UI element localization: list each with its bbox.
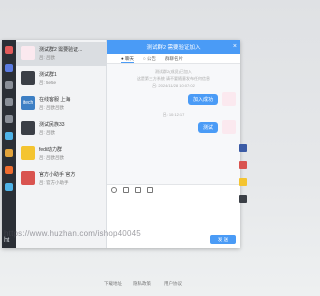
thumbnail[interactable] [239, 161, 247, 169]
user-icon[interactable] [5, 132, 13, 140]
contact-item[interactable]: 测试群2 需要验证... 吕: 吕欧 [16, 42, 107, 66]
file-icon[interactable] [135, 187, 141, 193]
system-message: 这是第三方系统 请不要随意发布任何信息 [136, 76, 211, 81]
contact-item[interactable]: fedi动力群 吕: 吕欧吕欧 [16, 142, 107, 166]
contact-list: 测试群2 需要验证... 吕: 吕欧 测试群1 吕: 5e5e itech 在线… [16, 40, 107, 248]
contact-name: 测试群2 需要验证... [39, 47, 83, 53]
tab-group-card[interactable]: 群聊名片 [165, 56, 183, 62]
footer-link-download[interactable]: 下载地址 [104, 281, 122, 287]
contact-name: 官方小助手 官方 [39, 172, 76, 178]
side-thumbnails [238, 40, 247, 248]
send-button[interactable]: 发 送 [210, 235, 236, 244]
contact-name: 在线客服 上海 [39, 97, 71, 103]
apps-icon[interactable] [5, 183, 13, 191]
tab-notice[interactable]: ○ 公告 [143, 56, 156, 62]
message-bubble: 测试 [197, 122, 218, 133]
footer-links: 下载地址 隐私政策 用户协议 [0, 281, 247, 291]
image-icon[interactable] [123, 187, 129, 193]
close-icon[interactable]: × [233, 42, 237, 51]
avatar [222, 120, 236, 134]
avatar [21, 121, 35, 135]
thumbnail[interactable] [239, 195, 247, 203]
thumbnail[interactable] [239, 178, 247, 186]
contact-name: 测试群1 [39, 72, 57, 78]
footer-link-privacy[interactable]: 隐私政策 [133, 281, 151, 287]
contact-last-message: 吕: 官方小助手 [39, 180, 69, 185]
system-message: 测试群2(成员)已加入 [155, 69, 192, 74]
avatar [222, 92, 236, 106]
contact-item[interactable]: 测试民族33 吕: 吕欧 [16, 117, 107, 141]
message-row: 测试 [176, 120, 236, 136]
nav-footer: ht [4, 237, 9, 244]
tab-chat[interactable]: ● 聊天 [121, 56, 134, 63]
avatar [21, 146, 35, 160]
contact-name: fedi动力群 [39, 147, 63, 153]
chat-header: 测试群2 需要验证加入 × [107, 40, 240, 54]
contact-last-message: 吕: 5e5e [39, 80, 57, 85]
message-row: 加入成功 [176, 92, 236, 108]
contacts-icon[interactable] [5, 64, 13, 72]
rss-icon[interactable] [5, 166, 13, 174]
contact-last-message: 吕: 吕欧吕欧 [39, 105, 65, 110]
footer-link-terms[interactable]: 用户协议 [164, 281, 182, 287]
contact-last-message: 吕: 吕欧 [39, 130, 56, 135]
chat-icon[interactable] [5, 46, 13, 54]
avatar: itech [21, 96, 35, 110]
watermark: https://www.huzhan.com/ishop40045 [4, 229, 141, 238]
message-input[interactable]: 发 送 [107, 194, 240, 248]
avatar [21, 46, 35, 60]
group-icon[interactable] [5, 81, 13, 89]
message-bubble: 加入成功 [187, 94, 218, 105]
thumbnail[interactable] [239, 144, 247, 152]
contact-item[interactable]: 官方小助手 官方 吕: 官方小助手 [16, 167, 107, 191]
chat-tabs: ● 聊天 ○ 公告 群聊名片 [107, 54, 240, 64]
contact-last-message: 吕: 吕欧 [39, 55, 56, 60]
system-message: 吕: 2024/11/28 10:07:02 [152, 83, 195, 88]
chat-window: ht 测试群2 需要验证... 吕: 吕欧 测试群1 吕: 5e5e itech… [2, 40, 240, 248]
list-icon[interactable] [5, 98, 13, 106]
emoji-icon[interactable] [111, 187, 117, 193]
avatar [21, 71, 35, 85]
contact-item[interactable]: itech 在线客服 上海 吕: 吕欧吕欧 [16, 92, 107, 116]
folder-icon[interactable] [147, 187, 153, 193]
chat-title: 测试群2 需要验证加入 [146, 45, 201, 51]
contact-name: 测试民族33 [39, 122, 65, 128]
avatar [21, 171, 35, 185]
calendar-icon[interactable] [5, 115, 13, 123]
message-timestamp: 吕: 10:12:17 [162, 112, 185, 117]
contact-item[interactable]: 测试群1 吕: 5e5e [16, 67, 107, 91]
input-toolbar [107, 184, 240, 194]
settings-icon[interactable] [5, 149, 13, 157]
chat-panel: 测试群2 需要验证加入 × ● 聊天 ○ 公告 群聊名片 测试群2(成员)已加入… [107, 40, 240, 248]
contact-last-message: 吕: 吕欧吕欧 [39, 155, 65, 160]
nav-sidebar: ht [2, 40, 16, 248]
